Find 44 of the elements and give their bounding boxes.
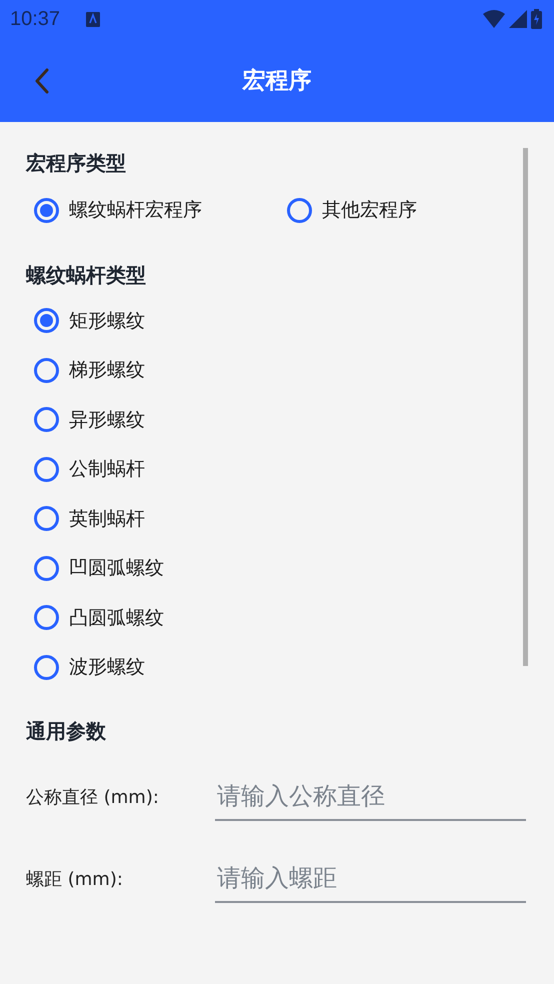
option-label: 矩形螺纹: [69, 308, 145, 334]
section-heading: 螺纹蜗杆类型: [26, 262, 147, 289]
keyboard-icon: [86, 12, 100, 26]
radio-option[interactable]: 公制蜗杆: [26, 444, 149, 494]
radio-option[interactable]: 异形螺纹: [26, 395, 149, 444]
radio-button[interactable]: [287, 198, 312, 222]
wifi-icon: [483, 10, 505, 28]
field-label: 螺距 (mm):: [26, 868, 124, 891]
input-field[interactable]: 请输入螺距: [215, 855, 526, 903]
radio-option[interactable]: 英制蜗杆: [26, 494, 149, 544]
radio-option[interactable]: 波形螺纹: [26, 642, 149, 692]
status-time: 10:37: [10, 8, 60, 30]
section-heading: 通用参数: [26, 718, 107, 745]
input-field[interactable]: 请输入公称直径: [215, 773, 526, 821]
battery-icon: [531, 9, 542, 29]
radio-button[interactable]: [34, 506, 59, 532]
option-label: 其他宏程序: [322, 198, 417, 223]
option-label: 凸圆弧螺纹: [69, 606, 164, 631]
radio-button[interactable]: [34, 358, 59, 383]
screen-title: 宏程序: [242, 66, 312, 96]
section-heading: 宏程序类型: [26, 150, 127, 177]
field-label: 公称直径 (mm):: [26, 786, 160, 809]
radio-option[interactable]: 梯形螺纹: [26, 346, 149, 395]
radio-button[interactable]: [34, 198, 59, 222]
radio-option[interactable]: 凹圆弧螺纹: [26, 544, 168, 593]
option-label: 螺纹蜗杆宏程序: [69, 198, 202, 223]
radio-button[interactable]: [34, 407, 59, 432]
radio-button[interactable]: [34, 556, 59, 581]
radio-option[interactable]: 其他宏程序: [279, 188, 421, 232]
back-icon: [34, 68, 50, 94]
signal-icon: [509, 10, 527, 28]
radio-button[interactable]: [34, 605, 59, 630]
radio-button[interactable]: [34, 654, 59, 680]
radio-button[interactable]: [34, 308, 59, 334]
radio-button[interactable]: [34, 456, 59, 482]
option-label: 英制蜗杆: [69, 506, 145, 532]
option-label: 波形螺纹: [69, 655, 145, 680]
option-label: 异形螺纹: [69, 408, 145, 433]
radio-option[interactable]: 凸圆弧螺纹: [26, 593, 168, 642]
option-label: 凹圆弧螺纹: [69, 556, 164, 582]
radio-option[interactable]: 矩形螺纹: [26, 296, 149, 346]
radio-option[interactable]: 螺纹蜗杆宏程序: [26, 188, 206, 232]
option-label: 梯形螺纹: [69, 358, 145, 384]
option-label: 公制蜗杆: [69, 457, 145, 482]
